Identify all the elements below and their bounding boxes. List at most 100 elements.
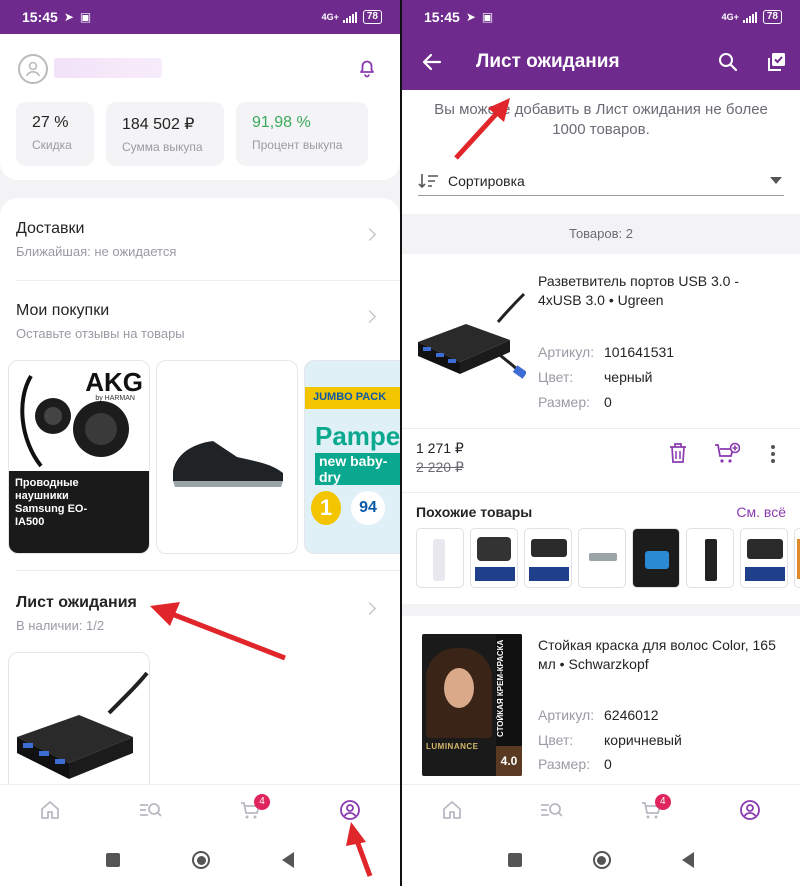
attr-value: 0 [604,394,612,410]
deliveries-title: Доставки [16,220,85,237]
similar-product[interactable] [524,528,572,588]
similar-product[interactable] [416,528,464,588]
product-color: Цвет: черный [538,369,652,385]
attr-key: Артикул: [538,344,595,360]
stat-label: Процент выкупа [252,138,343,152]
status-bar: 15:45 ➤ ▣ 4G+ 78 [402,0,800,34]
catalog-tab[interactable] [130,790,170,830]
product-color: Цвет: коричневый [538,732,682,748]
similar-product[interactable] [686,528,734,588]
pampers-line: new baby-dry [315,453,400,485]
recents-button[interactable] [507,853,522,867]
waitlist-subtitle: В наличии: 1/2 [16,618,105,633]
select-checkbox-icon[interactable] [752,51,800,73]
similar-product[interactable] [578,528,626,588]
product-size: Размер: 0 [538,756,612,772]
home-button[interactable] [192,851,210,869]
similar-product[interactable] [740,528,788,588]
avatar-icon[interactable] [18,54,48,84]
usb-hub-image [418,292,528,379]
similar-title: Похожие товары [416,504,533,520]
attr-key: Цвет: [538,369,574,385]
product-title[interactable]: Стойкая краска для волос Color, 165 мл •… [538,636,786,674]
back-button[interactable] [282,852,294,868]
deliveries-subtitle: Ближайшая: не ожидается [16,244,177,259]
stat-value: 91,98 % [252,114,311,131]
product-title[interactable]: Разветвитель портов USB 3.0 - 4xUSB 3.0 … [538,272,786,310]
cart-tab[interactable]: 4 [230,790,270,830]
similar-product[interactable] [470,528,518,588]
attr-key: Размер: [538,394,591,410]
system-nav [0,834,400,886]
attr-value: 101641531 [604,344,675,360]
back-arrow-icon[interactable] [402,53,462,71]
dropdown-caret-icon [770,177,782,184]
divider [402,428,800,429]
catalog-tab[interactable] [531,790,571,830]
see-all-link[interactable]: См. всё [736,504,786,520]
trash-icon[interactable] [668,442,688,469]
box-brand: LUMINANCE [426,742,479,751]
home-button[interactable] [592,851,611,869]
bottom-nav: 4 [0,784,400,834]
attr-key: Размер: [538,756,591,772]
profile-tab[interactable] [730,790,770,830]
profile-tab[interactable] [330,790,370,830]
right-screen: 15:45 ➤ ▣ 4G+ 78 Лист ожидания Вы можете… [400,0,800,886]
waitlist-thumb-usb-hub[interactable] [8,652,150,784]
back-button[interactable] [682,852,695,868]
sort-icon [418,173,438,188]
deliveries-row[interactable]: Доставки Ближайшая: не ожидается [0,220,400,270]
divider [402,492,800,493]
product-article: Артикул: 6246012 [538,707,659,723]
pampers-count: 94 [351,491,385,525]
home-icon [442,800,461,819]
profile-icon [340,799,360,820]
status-time: 15:45 [424,9,460,25]
app-bar: Лист ожидания [402,34,800,90]
recents-button[interactable] [106,853,120,867]
stat-label: Сумма выкупа [122,140,203,154]
similar-product[interactable] [632,528,680,588]
cart-badge: 4 [654,793,671,810]
home-icon [41,800,59,819]
purchases-subtitle: Оставьте отзывы на товары [16,326,185,341]
limit-notice: Вы можете добавить в Лист ожидания не бо… [434,101,768,138]
product-old-price: 2 220 ₽ [416,459,464,475]
product-image-hair-dye[interactable]: LUMINANCE СТОЙКАЯ КРЕМ-КРАСКА 4.0 [422,634,522,776]
left-screen: 15:45 ➤ ▣ 4G+ 78 27 % Скидка 184 502 ₽ С… [0,0,400,886]
system-nav [402,834,800,886]
network-type: 4G+ [721,11,739,22]
sneaker-image [173,441,283,487]
home-tab[interactable] [432,790,472,830]
stat-label: Скидка [32,138,72,152]
search-icon[interactable] [704,52,752,72]
stat-discount: 27 % Скидка [16,102,94,166]
telegram-icon: ➤ [465,10,476,24]
product-size: Размер: 0 [538,394,612,410]
earphones-image [20,374,129,468]
stat-purchase-percent: 91,98 % Процент выкупа [236,102,368,166]
similar-products-row [416,528,800,590]
similar-product[interactable] [794,528,800,588]
cart-tab[interactable]: 4 [631,790,671,830]
add-to-cart-icon[interactable] [714,442,741,471]
waitlist-header: Вы можете добавить в Лист ожидания не бо… [402,90,800,214]
purchase-thumb-diapers[interactable]: JUMBO PACK Pampers new baby-dry 1 94 [304,360,400,554]
stat-purchase-sum: 184 502 ₽ Сумма выкупа [106,102,224,166]
purchase-thumb-headphones[interactable]: AKG by HARMAN Проводные наушники Samsung… [8,360,150,554]
box-number: 4.0 [496,746,522,776]
more-options-icon[interactable] [770,444,776,469]
samsung-caption: Проводные наушники Samsung EO-IA500 [15,477,88,528]
waitlist-item: Разветвитель портов USB 3.0 - 4xUSB 3.0 … [402,254,800,604]
waitlist-row[interactable]: Лист ожидания В наличии: 1/2 [0,594,400,644]
bell-icon[interactable] [356,56,378,83]
purchase-thumb-sneaker[interactable] [156,360,298,554]
home-tab[interactable] [30,790,70,830]
product-image-usb-hub[interactable] [414,276,528,396]
sort-dropdown[interactable]: Сортировка [418,166,784,196]
status-bar: 15:45 ➤ ▣ 4G+ 78 [0,0,400,34]
telegram-icon: ➤ [63,10,74,24]
purchases-row[interactable]: Мои покупки Оставьте отзывы на товары [0,302,400,352]
profile-card: 27 % Скидка 184 502 ₽ Сумма выкупа 91,98… [0,34,400,180]
